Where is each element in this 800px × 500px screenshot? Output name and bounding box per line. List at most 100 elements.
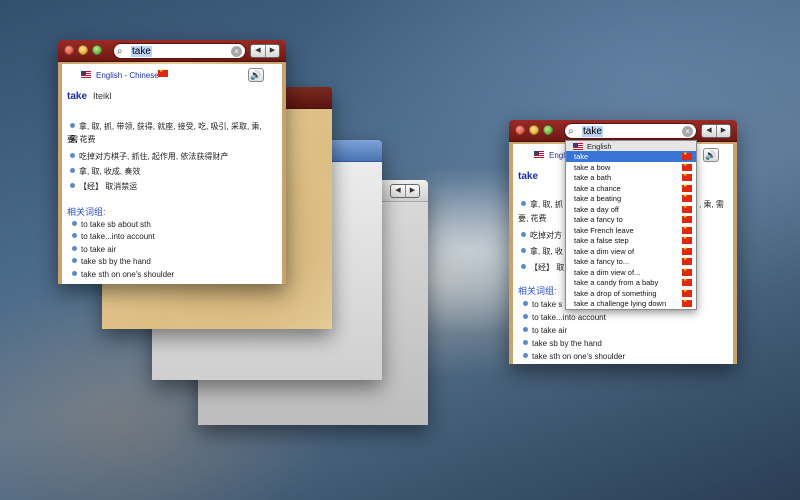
search-field[interactable]: ⌕ take × bbox=[113, 43, 246, 59]
suggestion-item[interactable]: take a bow bbox=[566, 162, 696, 173]
search-input[interactable]: take bbox=[582, 125, 603, 137]
suggestion-text[interactable]: take a dim view of... bbox=[574, 268, 640, 277]
bullet-icon bbox=[521, 201, 526, 206]
suggestion-item[interactable]: take a challenge lying down bbox=[566, 298, 696, 309]
zoom-button[interactable] bbox=[543, 125, 553, 135]
back-icon[interactable]: ◀ bbox=[391, 185, 405, 197]
phrase-item[interactable]: to take air bbox=[72, 245, 116, 254]
suggestion-text[interactable]: take bbox=[574, 152, 588, 161]
cn-flag-icon bbox=[682, 151, 692, 160]
suggestion-text[interactable]: take a drop of something bbox=[574, 289, 657, 298]
search-icon[interactable]: ⌕ bbox=[568, 126, 582, 137]
definition-1-cont: 要, 花费 bbox=[518, 214, 547, 223]
suggestion-item[interactable]: take French leave bbox=[566, 225, 696, 236]
forward-icon[interactable]: ▶ bbox=[716, 125, 730, 137]
bullet-icon bbox=[70, 183, 75, 188]
search-field[interactable]: ⌕ take × bbox=[564, 123, 697, 139]
headword: take bbox=[518, 171, 539, 182]
content-area: English - Chinese 🔊 take Iteikl 拿, 取, 抓, … bbox=[62, 64, 282, 284]
suggestion-item[interactable]: take a chance bbox=[566, 183, 696, 194]
language-pair[interactable]: English - Chinese bbox=[96, 71, 159, 80]
phrase-item[interactable]: take sth on one's shoulder bbox=[523, 352, 625, 361]
cn-flag-icon bbox=[682, 204, 692, 213]
cn-flag-icon bbox=[682, 277, 692, 286]
phrase-item[interactable]: take sb by the hand bbox=[72, 257, 151, 266]
phrase-item[interactable]: to take...into account bbox=[72, 232, 155, 241]
suggestion-text[interactable]: take a false step bbox=[574, 236, 629, 245]
phrase-item[interactable]: take sb by the hand bbox=[523, 339, 602, 348]
bullet-icon bbox=[521, 248, 526, 253]
speaker-icon[interactable]: 🔊 bbox=[248, 68, 264, 82]
nav-buttons[interactable]: ◀ ▶ bbox=[390, 184, 420, 198]
forward-icon[interactable]: ▶ bbox=[265, 45, 279, 57]
suggestion-text[interactable]: take a beating bbox=[574, 194, 621, 203]
suggestion-item[interactable]: take a drop of something bbox=[566, 288, 696, 299]
definition-1-tail: , 乘, 需 bbox=[699, 200, 724, 209]
suggestion-item[interactable]: take a fancy to... bbox=[566, 256, 696, 267]
bullet-icon bbox=[523, 327, 528, 332]
suggestion-text[interactable]: take a bow bbox=[574, 163, 610, 172]
definition-4: 【经】 取消禁运 bbox=[70, 180, 137, 193]
content-frame: English - Chinese 🔊 take Iteikl 拿, 取, 抓, … bbox=[58, 62, 286, 284]
back-icon[interactable]: ◀ bbox=[702, 125, 716, 137]
close-button[interactable] bbox=[515, 125, 525, 135]
definition-2: 吃掉对方棋子, 抓住, 起作用, 依法获得财产 bbox=[70, 150, 228, 163]
back-icon[interactable]: ◀ bbox=[251, 45, 265, 57]
definition-2: 吃掉对方 bbox=[521, 229, 562, 242]
speaker-icon[interactable]: 🔊 bbox=[703, 148, 719, 162]
clear-icon[interactable]: × bbox=[682, 125, 693, 137]
close-button[interactable] bbox=[64, 45, 74, 55]
suggestion-text[interactable]: take a candy from a baby bbox=[574, 278, 658, 287]
bullet-icon bbox=[72, 258, 77, 263]
suggestion-text[interactable]: take a day off bbox=[574, 205, 619, 214]
nav-buttons[interactable]: ◀ ▶ bbox=[701, 124, 731, 138]
titlebar: ⌕ take × ◀ ▶ bbox=[509, 120, 737, 142]
phrase-item[interactable]: to take...into account bbox=[523, 313, 606, 322]
suggestion-item[interactable]: take a bath bbox=[566, 172, 696, 183]
suggestion-text[interactable]: take French leave bbox=[574, 226, 634, 235]
suggestion-item[interactable]: take a dim view of... bbox=[566, 267, 696, 278]
suggestion-item[interactable]: take a fancy to bbox=[566, 214, 696, 225]
suggestion-text[interactable]: take a fancy to... bbox=[574, 257, 629, 266]
suggestion-item[interactable]: take bbox=[566, 151, 696, 162]
suggestion-item[interactable]: take a candy from a baby bbox=[566, 277, 696, 288]
suggestion-item[interactable]: take a day off bbox=[566, 204, 696, 215]
suggestion-item[interactable]: take a false step bbox=[566, 235, 696, 246]
bullet-icon bbox=[70, 168, 75, 173]
suggestion-text[interactable]: take a fancy to bbox=[574, 215, 623, 224]
cn-flag-icon bbox=[682, 172, 692, 181]
minimize-button[interactable] bbox=[78, 45, 88, 55]
suggestion-list: taketake a bowtake a bathtake a chanceta… bbox=[566, 151, 696, 309]
suggestion-text[interactable]: take a challenge lying down bbox=[574, 299, 666, 308]
window-controls bbox=[515, 125, 553, 135]
clear-icon[interactable]: × bbox=[231, 45, 242, 57]
related-title: 相关词组: bbox=[67, 207, 106, 217]
suggestion-item[interactable]: take a beating bbox=[566, 193, 696, 204]
cn-flag-icon bbox=[682, 256, 692, 265]
related-title: 相关词组: bbox=[518, 286, 557, 296]
minimize-button[interactable] bbox=[529, 125, 539, 135]
bullet-icon bbox=[72, 246, 77, 251]
cn-flag-icon bbox=[682, 298, 692, 307]
zoom-button[interactable] bbox=[92, 45, 102, 55]
us-flag-icon bbox=[81, 71, 91, 78]
suggestion-text[interactable]: take a bath bbox=[574, 173, 611, 182]
phrase-item[interactable]: to take air bbox=[523, 326, 567, 335]
suggestion-item[interactable]: take a dim view of bbox=[566, 246, 696, 257]
nav-buttons[interactable]: ◀ ▶ bbox=[250, 44, 280, 58]
bullet-icon bbox=[521, 232, 526, 237]
search-input[interactable]: take bbox=[131, 45, 152, 57]
suggestion-text[interactable]: take a chance bbox=[574, 184, 621, 193]
phrase-item[interactable]: to take s bbox=[523, 300, 562, 309]
forward-icon[interactable]: ▶ bbox=[405, 185, 419, 197]
cn-flag-icon bbox=[682, 288, 692, 297]
bullet-icon bbox=[70, 153, 75, 158]
headword: take bbox=[67, 91, 88, 102]
search-icon[interactable]: ⌕ bbox=[117, 46, 131, 57]
suggestion-text[interactable]: take a dim view of bbox=[574, 247, 634, 256]
phrase-item[interactable]: to take sb about sth bbox=[72, 220, 151, 229]
phrase-item[interactable]: take sth on one's shoulder bbox=[72, 270, 174, 279]
bullet-icon bbox=[70, 123, 75, 128]
bullet-icon bbox=[523, 340, 528, 345]
suggestion-header: English bbox=[566, 141, 696, 151]
